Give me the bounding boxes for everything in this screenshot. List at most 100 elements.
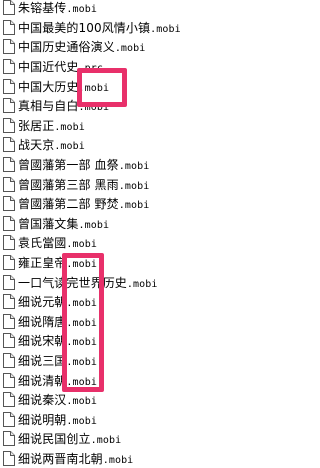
document-file-icon <box>3 157 15 173</box>
highlight-box <box>62 253 104 392</box>
file-title: 细说元朝 <box>18 295 67 310</box>
file-item[interactable]: 袁氏當國.mobi <box>0 233 283 253</box>
document-file-icon <box>3 59 15 75</box>
file-extension: .mobi <box>66 396 98 408</box>
file-title: 细说明朝 <box>18 412 67 427</box>
document-file-icon <box>3 294 15 310</box>
file-name: 张居正.mobi <box>18 117 85 134</box>
file-item[interactable]: 细说清朝.mobi <box>0 370 283 390</box>
file-extension: .mobi <box>66 415 98 427</box>
document-file-icon <box>3 235 15 251</box>
file-title: 细说秦汉 <box>18 393 67 408</box>
document-file-icon <box>3 431 15 447</box>
file-title: 中国近代史 <box>18 60 79 75</box>
highlight-box <box>77 68 127 107</box>
file-item[interactable]: 细说三国.mobi <box>0 351 283 371</box>
file-title: 朱镕基传 <box>18 1 67 16</box>
file-extension: .mobi <box>126 278 158 290</box>
file-item[interactable]: 真相与自白.mobi <box>0 96 283 116</box>
document-file-icon <box>3 372 15 388</box>
document-file-icon <box>3 392 15 408</box>
file-extension: .mobi <box>118 161 150 173</box>
file-item[interactable]: 细说两晋南北朝.mobi <box>0 449 283 468</box>
file-extension: .mobi <box>90 435 122 447</box>
document-file-icon <box>3 411 15 427</box>
document-file-icon <box>3 215 15 231</box>
file-name: 曾國藩第二部 野焚.mobi <box>18 195 149 212</box>
file-item[interactable]: 细说宋朝.mobi <box>0 331 283 351</box>
file-extension: .mobi <box>114 43 146 55</box>
file-extension: .mobi <box>150 23 181 35</box>
document-file-icon <box>3 176 15 192</box>
file-item[interactable]: 曾國藩第一部 血祭.mobi <box>0 155 283 175</box>
file-extension: .mobi <box>118 180 150 192</box>
file-item[interactable]: 一口气读完世界历史.mobi <box>0 272 283 292</box>
file-name: 曾國藩第三部 黑雨.mobi <box>18 176 149 193</box>
file-item[interactable]: 曾國藩第二部 野焚.mobi <box>0 194 283 214</box>
file-item[interactable]: 细说明朝.mobi <box>0 409 283 429</box>
file-title: 曾國藩第一部 血祭 <box>18 158 119 173</box>
file-item[interactable]: 曾國藩第三部 黑雨.mobi <box>0 174 283 194</box>
file-extension: .mobi <box>118 200 150 212</box>
file-title: 细说民国创立 <box>18 432 91 447</box>
file-extension: .mobi <box>66 4 98 16</box>
file-item[interactable]: 中国历史通俗演义.mobi <box>0 37 283 57</box>
file-title: 曾國藩第二部 野焚 <box>18 197 119 212</box>
file-title: 曾國藩第三部 黑雨 <box>18 177 119 192</box>
file-name: 中国最美的100风情小镇.mobi <box>18 19 181 36</box>
file-item[interactable]: 张居正.mobi <box>0 116 283 136</box>
document-file-icon <box>3 19 15 35</box>
file-title: 细说两晋南北朝 <box>18 451 103 466</box>
file-name: 战天京.mobi <box>18 136 85 153</box>
file-item[interactable]: 雍正皇帝.mobi <box>0 253 283 273</box>
file-title: 细说清朝 <box>18 373 67 388</box>
document-file-icon <box>3 196 15 212</box>
file-name: 中国历史通俗演义.mobi <box>18 38 145 55</box>
file-title: 细说宋朝 <box>18 334 67 349</box>
file-title: 雍正皇帝 <box>18 256 67 271</box>
document-file-icon <box>3 0 15 16</box>
document-file-icon <box>3 255 15 271</box>
file-title: 中国最美的100风情小镇 <box>18 20 151 35</box>
file-item[interactable]: 细说隋唐.mobi <box>0 312 283 332</box>
file-item[interactable]: 中国大历史.mobi <box>0 76 283 96</box>
file-title: 战天京 <box>18 138 55 153</box>
file-item[interactable]: 细说民国创立.mobi <box>0 429 283 449</box>
file-extension: .mobi <box>102 454 134 466</box>
file-extension: .mobi <box>54 141 85 153</box>
document-file-icon <box>3 78 15 94</box>
file-title: 袁氏當國 <box>18 236 67 251</box>
file-extension: .mobi <box>54 121 85 133</box>
file-extension: .mobi <box>66 239 98 251</box>
file-name: 细说两晋南北朝.mobi <box>18 450 133 467</box>
file-item[interactable]: 中国近代史.prc <box>0 57 283 77</box>
document-file-icon <box>3 137 15 153</box>
document-file-icon <box>3 352 15 368</box>
file-name: 朱镕基传.mobi <box>18 0 97 16</box>
document-file-icon <box>3 39 15 55</box>
file-item[interactable]: 朱镕基传.mobi <box>0 0 283 18</box>
file-item[interactable]: 中国最美的100风情小镇.mobi <box>0 18 283 38</box>
document-file-icon <box>3 333 15 349</box>
file-title: 张居正 <box>18 118 55 133</box>
file-name: 细说秦汉.mobi <box>18 391 97 408</box>
document-file-icon <box>3 98 15 114</box>
file-item[interactable]: 曾国藩文集.mobi <box>0 214 283 234</box>
document-file-icon <box>3 450 15 466</box>
file-title: 细说三国 <box>18 353 67 368</box>
file-item[interactable]: 细说秦汉.mobi <box>0 390 283 410</box>
document-file-icon <box>3 313 15 329</box>
file-extension: .mobi <box>78 219 110 231</box>
file-title: 真相与自白 <box>18 99 79 114</box>
document-file-icon <box>3 117 15 133</box>
file-name: 细说明朝.mobi <box>18 411 97 428</box>
file-item[interactable]: 细说元朝.mobi <box>0 292 283 312</box>
file-list: 朱镕基传.mobi 中国最美的100风情小镇.mobi 中国历史通俗演义.mobi 中… <box>0 0 283 468</box>
file-name: 袁氏當國.mobi <box>18 234 97 251</box>
file-title: 曾国藩文集 <box>18 216 79 231</box>
file-name: 细说民国创立.mobi <box>18 430 121 447</box>
file-item[interactable]: 战天京.mobi <box>0 135 283 155</box>
document-file-icon <box>3 274 15 290</box>
file-title: 中国历史通俗演义 <box>18 40 115 55</box>
file-name: 曾國藩第一部 血祭.mobi <box>18 156 149 173</box>
